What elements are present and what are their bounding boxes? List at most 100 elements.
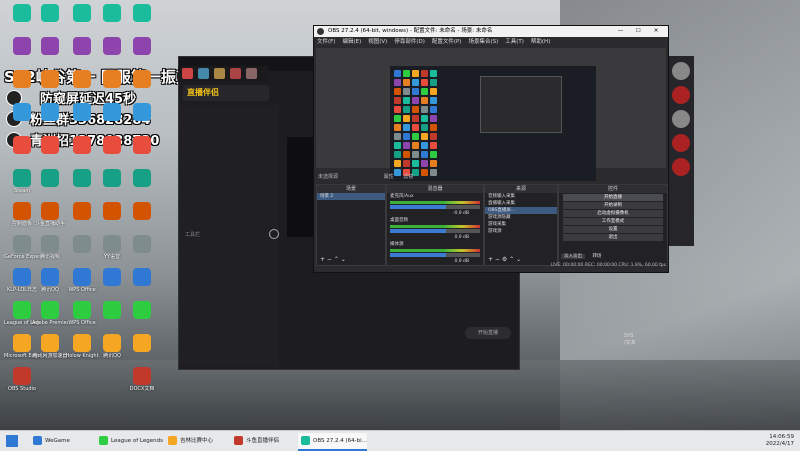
app-icon <box>13 202 31 220</box>
scene-item[interactable]: 场景 2 <box>317 193 385 200</box>
preview-thumb-icon <box>403 160 410 167</box>
avatar[interactable] <box>672 134 690 152</box>
start-live-button[interactable]: 开始直播 <box>465 327 511 339</box>
desktop-icon[interactable] <box>32 169 68 188</box>
menu-item[interactable]: 停靠部件(D) <box>394 39 425 45</box>
avatar[interactable] <box>672 62 690 80</box>
taskbar-item[interactable]: 吉林比赛中心 <box>165 433 234 449</box>
desktop-icon[interactable]: Adobe Premiere <box>32 301 68 326</box>
properties-button[interactable]: 属性 <box>384 174 394 180</box>
app-icon <box>103 37 121 55</box>
source-item[interactable]: 直播输入采集 <box>485 200 557 207</box>
desktop-icon[interactable] <box>32 37 68 56</box>
preview-thumb-icon <box>403 151 410 158</box>
volume-slider[interactable] <box>390 253 480 257</box>
minimize-button[interactable]: — <box>613 26 629 37</box>
desktop-icon[interactable] <box>32 136 68 155</box>
menu-item[interactable]: 场景集合(S) <box>468 39 498 45</box>
source-item[interactable]: OBS直播屏... <box>485 207 557 214</box>
mixer-header: 混音器 <box>387 185 483 193</box>
app-icon <box>133 70 151 88</box>
sources-header: 来源 <box>485 185 557 193</box>
desktop-icon[interactable] <box>32 70 68 89</box>
close-button[interactable]: ✕ <box>648 26 664 37</box>
app-icon <box>13 136 31 154</box>
desktop-icon[interactable] <box>124 334 160 353</box>
avatar[interactable] <box>246 68 257 79</box>
collapse-icon[interactable] <box>269 229 279 239</box>
menu-item[interactable]: 编辑(E) <box>342 39 361 45</box>
taskbar-item-label: 吉林比赛中心 <box>180 438 214 444</box>
volume-meter <box>390 249 480 252</box>
desktop-icon[interactable] <box>124 70 160 89</box>
app-icon <box>41 136 59 154</box>
mixer-channel-label: 媒体源 <box>390 242 404 247</box>
desktop-icon[interactable] <box>124 169 160 188</box>
taskbar-item[interactable]: League of Legends <box>96 433 165 449</box>
preview-thumb-icon <box>430 70 437 77</box>
menu-item[interactable]: 视图(V) <box>368 39 387 45</box>
desktop-icon[interactable] <box>32 4 68 23</box>
app-icon <box>103 301 121 319</box>
app-icon <box>234 436 243 445</box>
desktop-icon[interactable]: 腾讯视频 <box>32 235 68 260</box>
preview-thumb-icon <box>421 115 428 122</box>
desktop-icon[interactable]: OBS Studio <box>4 367 40 392</box>
control-button[interactable]: 设置 <box>563 226 663 233</box>
app-icon <box>133 202 151 220</box>
desktop-icon[interactable]: 斗鱼直播助手 <box>32 202 68 227</box>
avatar[interactable] <box>198 68 209 79</box>
menu-item[interactable]: 配置文件(P) <box>432 39 462 45</box>
desktop-icon[interactable] <box>124 136 160 155</box>
desktop-icon[interactable] <box>124 103 160 122</box>
side-label: 工具栏 <box>185 232 201 238</box>
desktop-icon[interactable] <box>124 37 160 56</box>
avatar[interactable] <box>230 68 241 79</box>
taskbar-item-label: WeGame <box>45 438 70 444</box>
control-button[interactable]: 开始直播 <box>563 194 663 201</box>
desktop-icon[interactable] <box>124 4 160 23</box>
desktop-icon[interactable]: 腾讯QQ <box>32 268 68 293</box>
taskbar-item[interactable]: 斗鱼直播伴侣 <box>231 433 300 449</box>
control-button[interactable]: 退出 <box>563 234 663 241</box>
desktop-icon-label: Steam <box>13 188 31 194</box>
avatar[interactable] <box>672 86 690 104</box>
avatar[interactable] <box>672 110 690 128</box>
source-item[interactable]: 游戏采集 <box>485 221 557 228</box>
source-item[interactable]: 游戏源 <box>485 228 557 235</box>
avatar[interactable] <box>214 68 225 79</box>
obs-preview-canvas[interactable] <box>316 48 666 181</box>
desktop-icon[interactable] <box>124 202 160 221</box>
transition-select[interactable]: 淡入淡出 <box>561 254 585 259</box>
menu-item[interactable]: 工具(T) <box>505 39 524 45</box>
taskbar-item[interactable]: OBS 27.2.4 (64-bi... <box>298 433 367 451</box>
app-icon <box>133 103 151 121</box>
preview-thumb-icon <box>430 142 437 149</box>
volume-slider[interactable] <box>390 229 480 233</box>
transition-label: 转场 <box>592 254 602 259</box>
control-button[interactable]: 开始录制 <box>563 202 663 209</box>
taskbar: WeGame League of Legends 吉林比赛中心 斗鱼直播伴侣 OBS 2… <box>0 430 800 451</box>
desktop-icon[interactable] <box>124 268 160 287</box>
preview-thumb-icon <box>412 151 419 158</box>
desktop-icon[interactable] <box>32 103 68 122</box>
control-button[interactable]: 启动虚拟摄像机 <box>563 210 663 217</box>
control-button[interactable]: 工作室模式 <box>563 218 663 225</box>
source-item[interactable]: 游戏源隐藏 <box>485 214 557 221</box>
menu-item[interactable]: 帮助(H) <box>531 39 550 45</box>
desktop-icon[interactable]: 腾讯网游加速器 <box>32 334 68 359</box>
volume-slider[interactable] <box>390 205 480 209</box>
avatar[interactable] <box>182 68 193 79</box>
desktop-icon[interactable] <box>124 235 160 254</box>
taskbar-item[interactable]: WeGame <box>30 433 99 449</box>
app-icon <box>41 4 59 22</box>
filters-button[interactable]: 滤镜 <box>403 174 413 180</box>
desktop-icon[interactable]: DOCX文档 <box>124 367 160 392</box>
desktop-icon[interactable] <box>124 301 160 320</box>
source-item[interactable]: 音频输入采集 <box>485 193 557 200</box>
start-button[interactable] <box>6 435 18 447</box>
avatar[interactable] <box>672 158 690 176</box>
maximize-button[interactable]: ☐ <box>630 26 646 37</box>
system-clock[interactable]: 14:06:59 2022/4/17 <box>766 434 794 448</box>
menu-item[interactable]: 文件(F) <box>317 39 335 45</box>
